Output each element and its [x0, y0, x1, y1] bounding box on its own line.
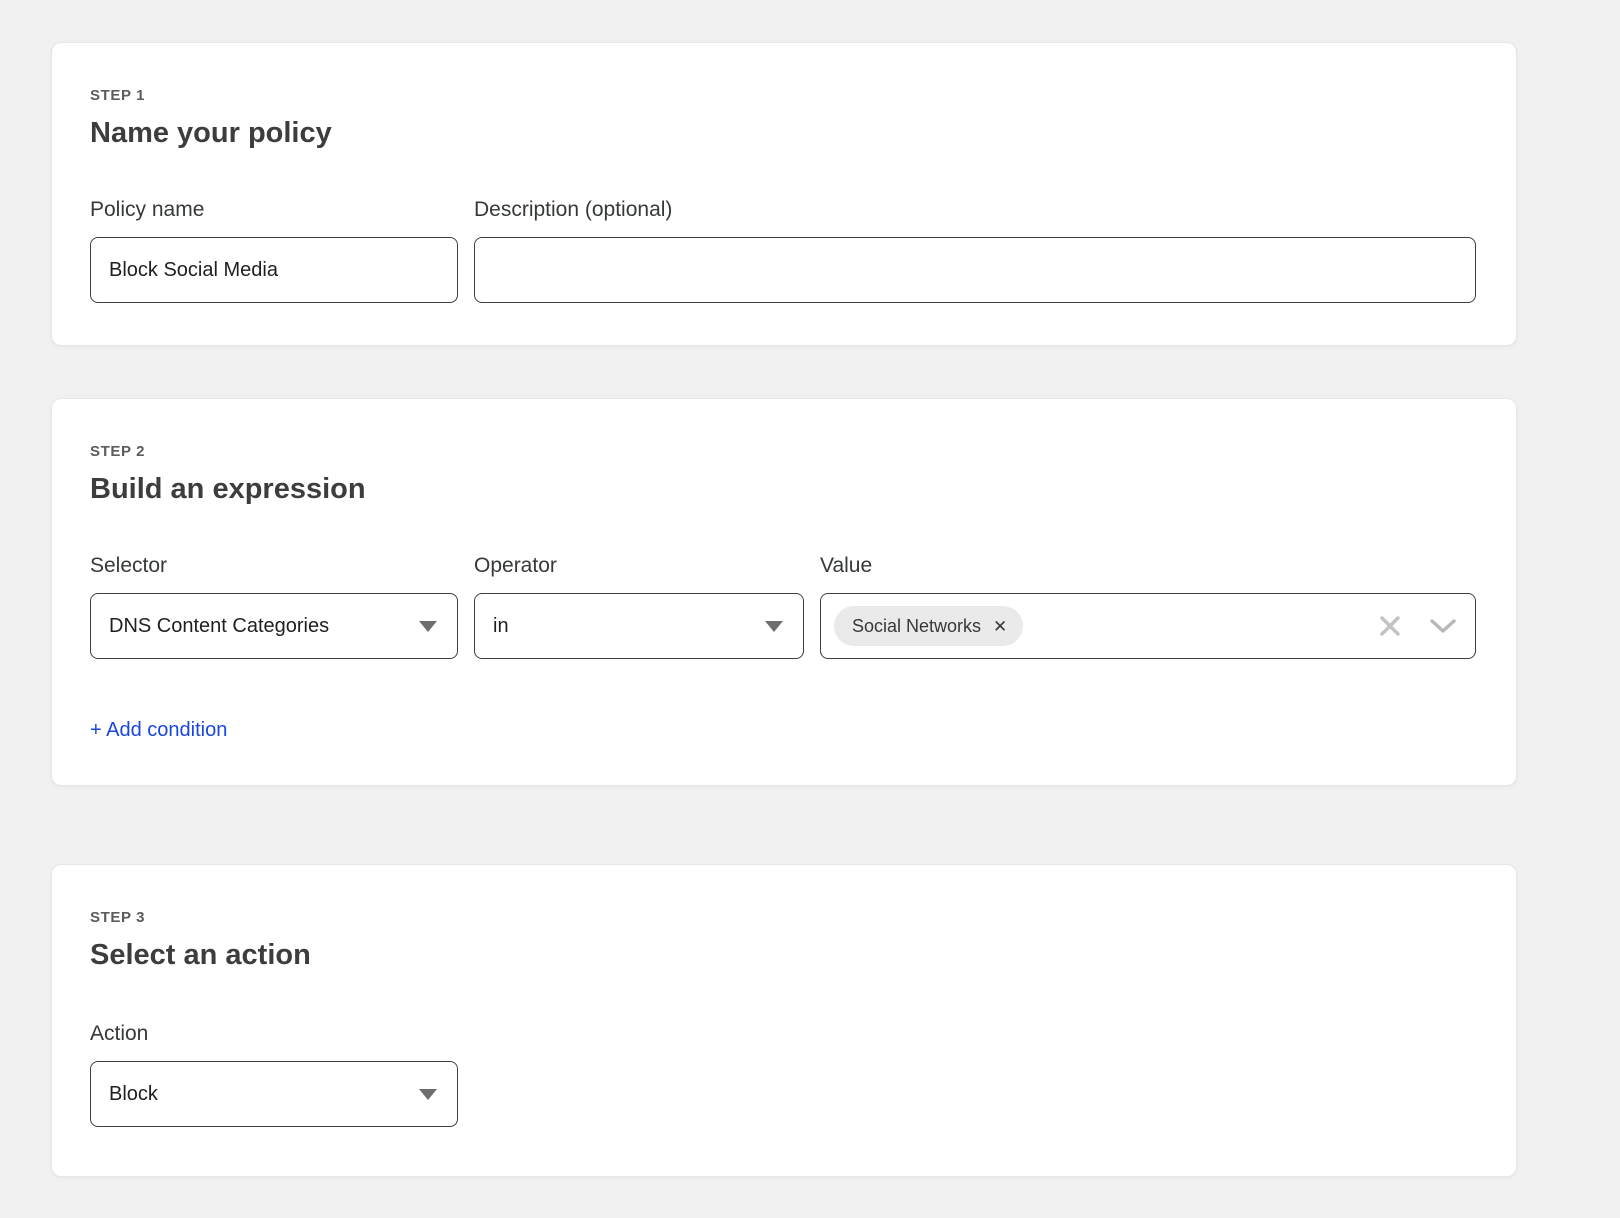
selector-dropdown-value: DNS Content Categories [109, 615, 329, 638]
card-spacer [51, 786, 1517, 864]
step2-card: STEP 2 Build an expression Selector DNS … [51, 398, 1517, 786]
step3-title: Select an action [90, 937, 1476, 973]
operator-field-group: Operator in [474, 553, 804, 659]
step1-title: Name your policy [90, 115, 1476, 151]
value-label: Value [820, 553, 1476, 579]
value-multiselect[interactable]: Social Networks ✕ [820, 593, 1476, 659]
description-field-group: Description (optional) [474, 197, 1476, 303]
step2-label: STEP 2 [90, 443, 1476, 461]
description-input[interactable] [474, 237, 1476, 303]
operator-label: Operator [474, 553, 804, 579]
selector-dropdown[interactable]: DNS Content Categories [90, 593, 458, 659]
policy-builder-page: STEP 1 Name your policy Policy name Desc… [0, 0, 1620, 1177]
card-spacer [51, 346, 1517, 398]
caret-down-icon [765, 621, 783, 632]
action-label: Action [90, 1021, 458, 1047]
step3-label: STEP 3 [90, 909, 1476, 927]
chevron-down-icon[interactable] [1429, 617, 1457, 635]
clear-all-icon[interactable] [1377, 613, 1403, 639]
operator-dropdown[interactable]: in [474, 593, 804, 659]
add-condition-link[interactable]: + Add condition [90, 717, 227, 743]
action-dropdown-value: Block [109, 1083, 158, 1106]
caret-down-icon [419, 621, 437, 632]
description-label: Description (optional) [474, 197, 1476, 223]
policy-name-label: Policy name [90, 197, 458, 223]
action-dropdown[interactable]: Block [90, 1061, 458, 1127]
policy-name-input[interactable] [90, 237, 458, 303]
selector-label: Selector [90, 553, 458, 579]
step1-card: STEP 1 Name your policy Policy name Desc… [51, 42, 1517, 346]
tag-remove-icon[interactable]: ✕ [993, 618, 1007, 635]
step3-card: STEP 3 Select an action Action Block [51, 864, 1517, 1177]
value-tag: Social Networks ✕ [834, 606, 1023, 646]
action-field-group: Action Block [90, 1021, 458, 1127]
operator-dropdown-value: in [493, 615, 509, 638]
value-tag-label: Social Networks [852, 616, 981, 637]
policy-name-field-group: Policy name [90, 197, 458, 303]
caret-down-icon [419, 1089, 437, 1100]
step2-title: Build an expression [90, 471, 1476, 507]
multiselect-controls [1377, 594, 1457, 658]
value-field-group: Value Social Networks ✕ [820, 553, 1476, 659]
selector-field-group: Selector DNS Content Categories [90, 553, 458, 659]
step1-label: STEP 1 [90, 87, 1476, 105]
